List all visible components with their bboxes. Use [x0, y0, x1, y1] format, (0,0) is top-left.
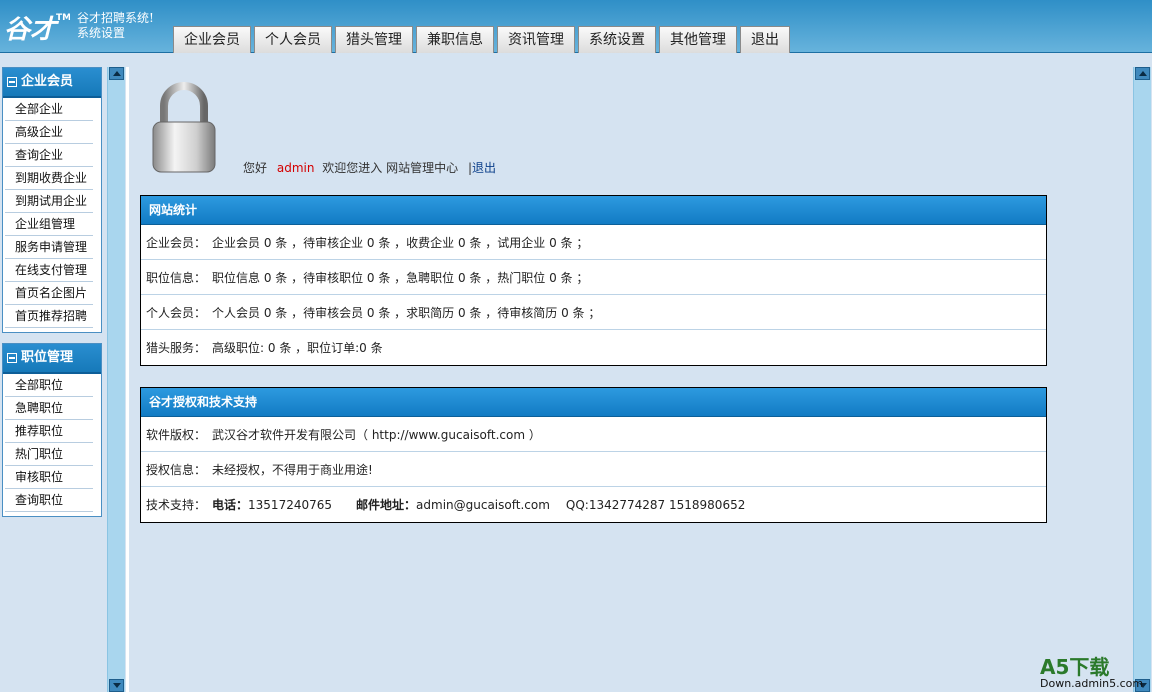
sidebar-item-online-payment[interactable]: 在线支付管理 [5, 259, 93, 282]
a5-watermark: A5下载 Down.admin5.com [1040, 656, 1150, 690]
svg-text:TM: TM [56, 13, 70, 23]
sidebar-item-expired-paid[interactable]: 到期收费企业 [5, 167, 93, 190]
scroll-up-button[interactable] [109, 67, 124, 80]
row-label: 个人会员： [146, 305, 207, 320]
phone-label: 电话： [212, 498, 249, 512]
sidebar-item-search-enterprises[interactable]: 查询企业 [5, 144, 93, 167]
tab-enterprise-members[interactable]: 企业会员 [173, 26, 251, 53]
sidebar-item-enterprise-groups[interactable]: 企业组管理 [5, 213, 93, 236]
sidebar-item-search-jobs[interactable]: 查询职位 [5, 489, 93, 512]
tab-parttime[interactable]: 兼职信息 [416, 26, 494, 53]
scroll-down-button[interactable] [109, 679, 124, 692]
tab-system-settings[interactable]: 系统设置 [578, 26, 656, 53]
panel-title: 网站统计 [141, 196, 1046, 225]
collapse-icon[interactable] [7, 353, 17, 363]
row-label: 职位信息： [146, 270, 207, 285]
stats-row-personal: 个人会员： 个人会员 0 条 ，待审核会员 0 条 ，求职简历 0 条 ，待审核… [141, 295, 1046, 330]
sidebar-item-service-requests[interactable]: 服务申请管理 [5, 236, 93, 259]
copyright-text: 武汉谷才软件开发有限公司（ http://www.gucaisoft.com ） [212, 427, 541, 442]
license-support-panel: 谷才授权和技术支持 软件版权： 武汉谷才软件开发有限公司（ http://www… [140, 387, 1047, 523]
qq-numbers: QQ:1342774287 1518980652 [565, 497, 746, 512]
email-label: 邮件地址： [356, 498, 417, 512]
row-value: 个人会员 0 条 ，待审核会员 0 条 ，求职简历 0 条 ，待审核简历 0 条… [212, 305, 601, 320]
arrow-down-icon [113, 683, 121, 688]
sidebar-scrollbar[interactable] [107, 67, 125, 692]
sidebar-item-homepage-recommended[interactable]: 首页推荐招聘 [5, 305, 93, 328]
site-stats-panel: 网站统计 企业会员： 企业会员 0 条 ，待审核企业 0 条 ，收费企业 0 条… [140, 195, 1047, 366]
row-label: 猎头服务： [146, 341, 207, 355]
sidebar-item-recommended-jobs[interactable]: 推荐职位 [5, 420, 93, 443]
row-label: 软件版权： [146, 427, 207, 442]
row-value: 高级职位: 0 条 ，职位订单:0 条 [212, 341, 383, 355]
main-scrollbar[interactable] [1133, 67, 1151, 692]
tab-news[interactable]: 资讯管理 [497, 26, 575, 53]
scroll-up-button[interactable] [1135, 67, 1150, 80]
support-row-license: 授权信息： 未经授权，不得用于商业用途! [141, 452, 1046, 487]
svg-text:谷才: 谷才 [4, 15, 60, 45]
top-header: 谷才 TM 谷才招聘系统! 系统设置 企业会员 个人会员 猎头管理 兼职信息 资… [0, 0, 1152, 53]
sidebar-item-urgent-jobs[interactable]: 急聘职位 [5, 397, 93, 420]
sidebar-group-title: 职位管理 [21, 350, 74, 365]
stats-row-headhunter: 猎头服务： 高级职位: 0 条 ，职位订单:0 条 [141, 330, 1046, 365]
sidebar: 企业会员 全部企业 高级企业 查询企业 到期收费企业 到期试用企业 企业组管理 … [2, 67, 102, 527]
greeting-text: 您好 [243, 161, 268, 175]
gucai-logo: 谷才 TM [4, 13, 70, 45]
sidebar-group-enterprise: 企业会员 全部企业 高级企业 查询企业 到期收费企业 到期试用企业 企业组管理 … [2, 67, 102, 333]
panel-title: 谷才授权和技术支持 [141, 388, 1046, 417]
sidebar-item-all-jobs[interactable]: 全部职位 [5, 374, 93, 397]
sidebar-group-title: 企业会员 [21, 74, 74, 89]
sidebar-item-homepage-logos[interactable]: 首页名企图片 [5, 282, 93, 305]
stats-row-jobs: 职位信息： 职位信息 0 条 ，待审核职位 0 条 ，急聘职位 0 条 ，热门职… [141, 260, 1046, 295]
username: admin [276, 161, 315, 175]
sidebar-item-premium-enterprises[interactable]: 高级企业 [5, 121, 93, 144]
sidebar-item-hot-jobs[interactable]: 热门职位 [5, 443, 93, 466]
tab-logout[interactable]: 退出 [740, 26, 790, 53]
sidebar-item-expired-trial[interactable]: 到期试用企业 [5, 190, 93, 213]
logout-link[interactable]: 退出 [472, 161, 496, 175]
system-title-line2: 系统设置 [77, 26, 126, 40]
collapse-icon[interactable] [7, 77, 17, 87]
watermark-url: Down.admin5.com [1040, 677, 1144, 690]
arrow-up-icon [1139, 71, 1147, 76]
sidebar-group-jobs: 职位管理 全部职位 急聘职位 推荐职位 热门职位 审核职位 查询职位 [2, 343, 102, 517]
row-label: 授权信息： [146, 462, 207, 477]
row-value: 职位信息 0 条 ，待审核职位 0 条 ，急聘职位 0 条 ，热门职位 0 条 … [212, 270, 589, 285]
support-row-copyright: 软件版权： 武汉谷才软件开发有限公司（ http://www.gucaisoft… [141, 417, 1046, 452]
sidebar-item-all-enterprises[interactable]: 全部企业 [5, 98, 93, 121]
license-text: 未经授权，不得用于商业用途! [212, 462, 373, 477]
stats-row-enterprise: 企业会员： 企业会员 0 条 ，待审核企业 0 条 ，收费企业 0 条 ，试用企… [141, 225, 1046, 260]
tab-personal-members[interactable]: 个人会员 [254, 26, 332, 53]
frame-divider [126, 67, 129, 692]
system-title: 谷才招聘系统! 系统设置 [77, 11, 154, 41]
tab-other[interactable]: 其他管理 [659, 26, 737, 53]
top-nav: 企业会员 个人会员 猎头管理 兼职信息 资讯管理 系统设置 其他管理 退出 [173, 26, 790, 53]
sidebar-item-review-jobs[interactable]: 审核职位 [5, 466, 93, 489]
welcome-message: 您好 admin 欢迎您进入 网站管理中心 |退出 [243, 159, 496, 176]
sidebar-group-header[interactable]: 职位管理 [3, 344, 101, 374]
system-title-line1: 谷才招聘系统! [77, 11, 154, 25]
sidebar-group-header[interactable]: 企业会员 [3, 68, 101, 98]
arrow-up-icon [113, 71, 121, 76]
row-value: 企业会员 0 条 ，待审核企业 0 条 ，收费企业 0 条 ，试用企业 0 条 … [212, 235, 589, 250]
welcome-text: 欢迎您进入 网站管理中心 [322, 161, 459, 175]
phone-number: 13517240765 [248, 497, 333, 512]
email-address: admin@gucaisoft.com [416, 497, 550, 512]
row-label: 技术支持： [146, 498, 207, 512]
support-row-contact: 技术支持： 电话： 13517240765 邮件地址： admin@gucais… [141, 487, 1046, 522]
lock-icon [152, 82, 216, 173]
watermark-brand: A5下载 [1040, 655, 1110, 679]
tab-headhunter[interactable]: 猎头管理 [335, 26, 413, 53]
row-label: 企业会员： [146, 235, 207, 250]
